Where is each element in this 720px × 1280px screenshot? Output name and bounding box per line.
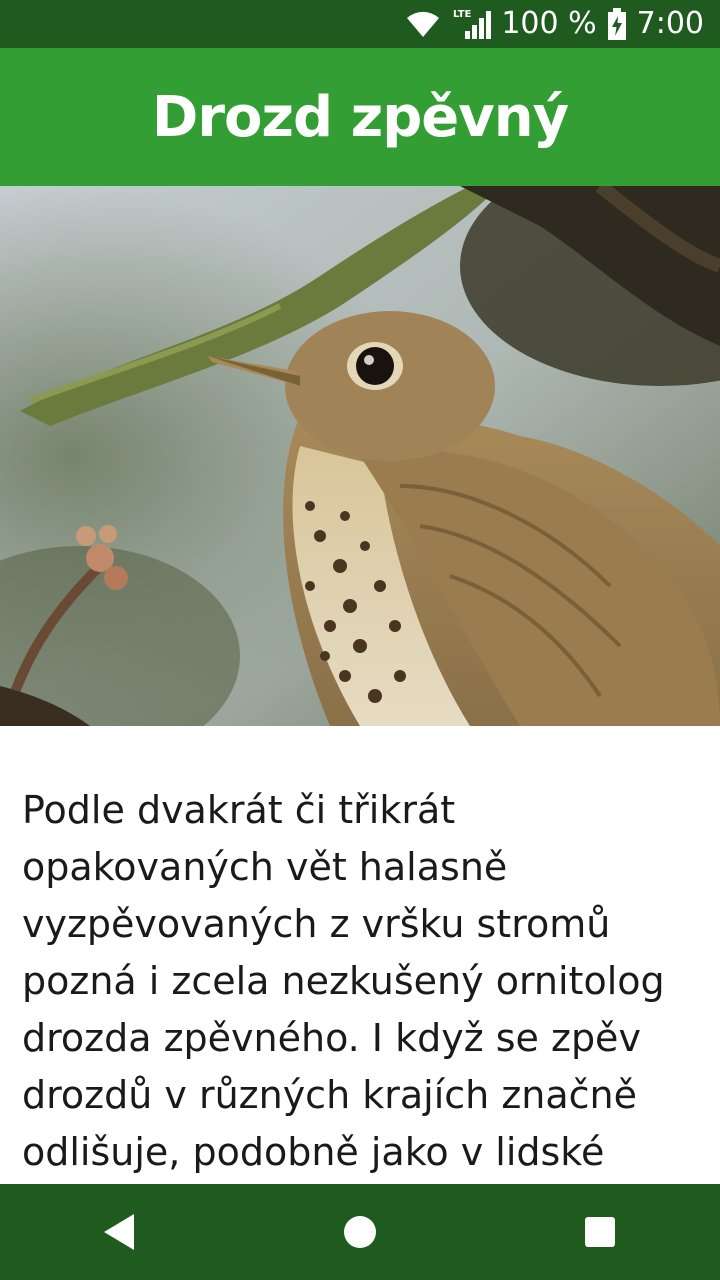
- network-label: LTE: [453, 9, 472, 20]
- status-bar: LTE 100 % 7:00: [0, 0, 720, 48]
- recents-icon: [585, 1217, 615, 1247]
- song-thrush-photo: [0, 186, 720, 726]
- app-bar: Drozd zpěvný: [0, 48, 720, 186]
- back-button[interactable]: [60, 1184, 180, 1280]
- battery-charging-icon: [607, 8, 627, 40]
- battery-percentage: 100 %: [501, 6, 597, 41]
- navigation-bar: [0, 1184, 720, 1280]
- home-icon: [344, 1216, 376, 1248]
- clock: 7:00: [636, 6, 704, 41]
- description-text: Podle dvakrát či třikrát opakovaných vět…: [22, 788, 665, 1174]
- recents-button[interactable]: [540, 1184, 660, 1280]
- wifi-icon: [405, 9, 441, 39]
- page-title: Drozd zpěvný: [151, 84, 569, 150]
- hero-image: [0, 186, 720, 726]
- back-icon: [104, 1214, 134, 1250]
- home-button[interactable]: [300, 1184, 420, 1280]
- cellular-signal-icon: LTE: [451, 7, 492, 41]
